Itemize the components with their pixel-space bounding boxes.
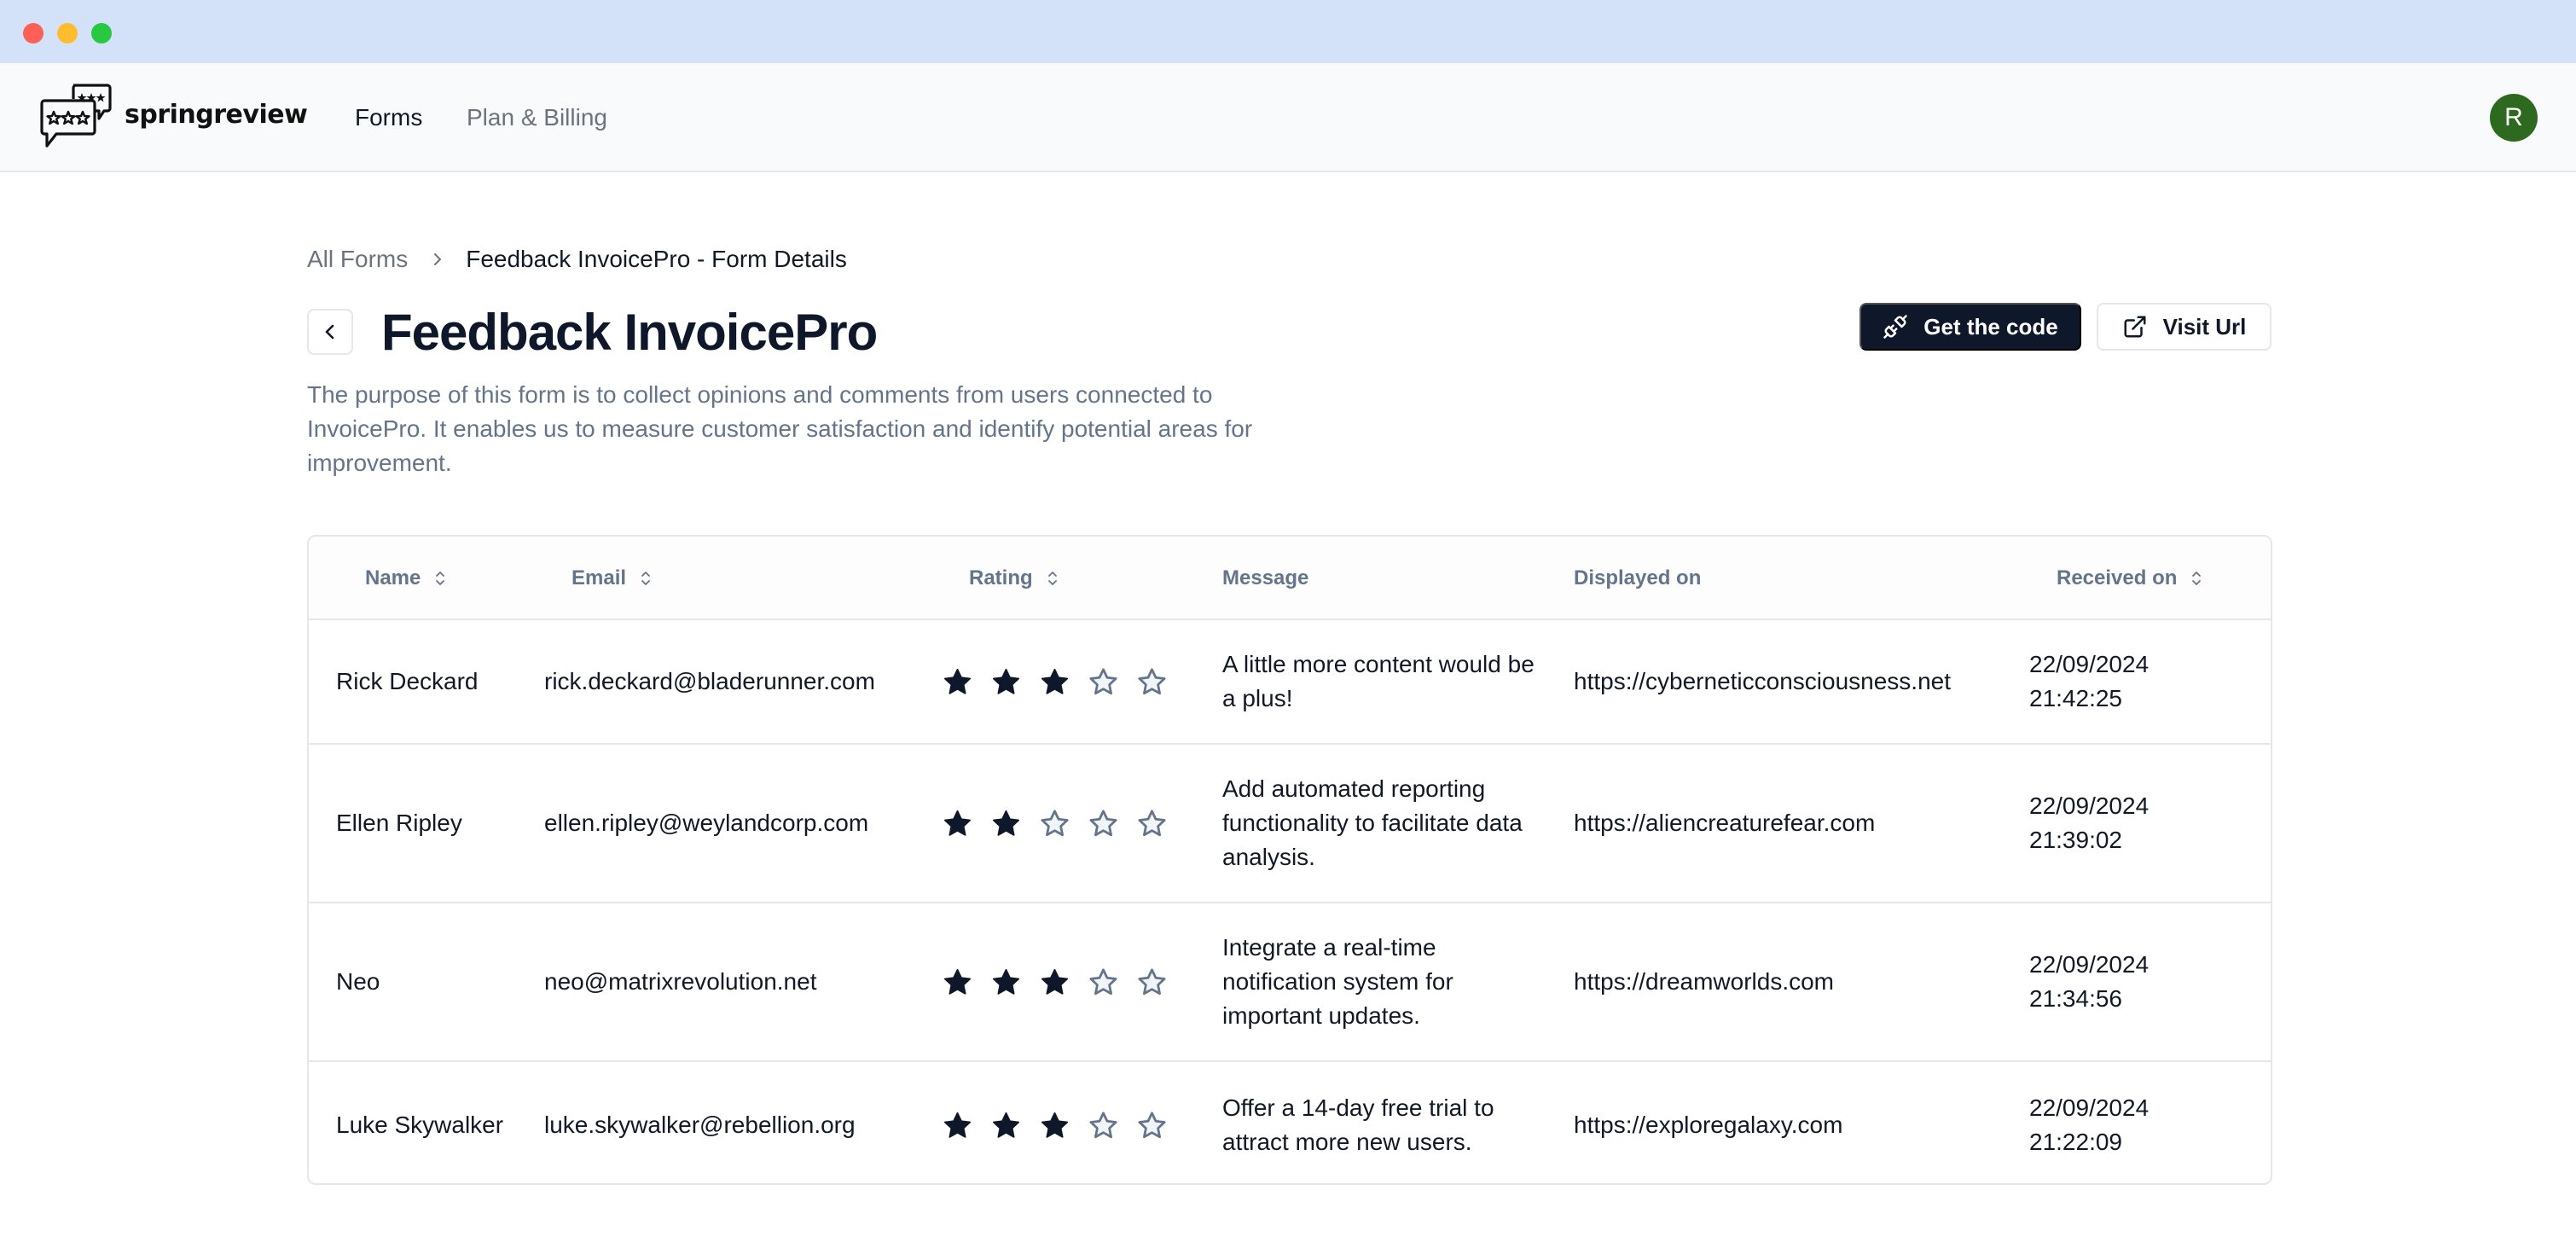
visit-url-label: Visit Url [2162,313,2247,340]
star-rating [942,808,1168,839]
nav-link-forms[interactable]: Forms [355,102,422,133]
cell-rating [942,1062,1166,1183]
star-filled-icon [943,968,972,995]
nav-link-plan-billing[interactable]: Plan & Billing [467,102,607,133]
responses-table: Name Email Rating Message Displayed on R… [307,535,2272,1185]
star-empty-icon [1041,809,1069,836]
column-header-received-on[interactable]: Received on [2057,537,2202,620]
table-row[interactable]: Luke Skywalker luke.skywalker@rebellion.… [309,1062,2271,1183]
cell-rating [942,903,1166,1060]
cell-received-on: 22/09/2024 21:34:56 [2029,903,2217,1060]
received-date: 22/09/2024 [2029,1094,2150,1121]
star-filled-icon [1041,1112,1069,1138]
cell-message: Add automated reporting functionality to… [1222,775,1523,870]
table-header: Name Email Rating Message Displayed on R… [309,537,2271,620]
table-row[interactable]: Neo neo@matrixrevolution.net Integrate a… [309,903,2271,1062]
cell-received-on: 22/09/2024 21:39:02 [2029,745,2217,902]
received-date: 22/09/2024 [2029,951,2150,978]
cell-received-on: 22/09/2024 21:42:25 [2029,620,2217,743]
get-code-label: Get the code [1923,313,2058,340]
star-rating [942,967,1168,998]
get-code-button[interactable]: Get the code [1859,303,2081,351]
external-link-icon [2122,314,2163,340]
breadcrumb-all-forms[interactable]: All Forms [307,244,408,275]
star-filled-icon [943,1112,972,1138]
star-empty-icon [1138,1111,1166,1138]
received-date: 22/09/2024 [2029,651,2150,677]
star-empty-icon [1089,1111,1117,1138]
sort-icon [2190,569,2202,588]
received-time: 21:22:09 [2029,1129,2122,1155]
window-titlebar [0,0,2576,63]
star-filled-icon [992,1112,1020,1138]
received-time: 21:39:02 [2029,827,2122,853]
star-filled-icon [1041,968,1069,995]
star-rating [942,666,1168,698]
cell-message: Offer a 14-day free trial to attract mor… [1222,1094,1494,1155]
top-navbar: springreview Forms Plan & Billing R [0,63,2576,172]
cell-email: luke.skywalker@rebellion.org [544,1112,856,1138]
cell-received-on: 22/09/2024 21:22:09 [2029,1062,2217,1183]
form-description: The purpose of this form is to collect o… [307,381,1253,476]
visit-url-button[interactable]: Visit Url [2097,303,2271,351]
cell-email: rick.deckard@bladerunner.com [544,668,875,694]
chevron-left-icon [322,322,339,342]
table-row[interactable]: Ellen Ripley ellen.ripley@weylandcorp.co… [309,745,2271,903]
cell-message: Integrate a real-time notification syste… [1222,934,1453,1029]
cell-email: neo@matrixrevolution.net [544,968,817,995]
sort-icon [434,569,446,588]
star-filled-icon [992,968,1020,995]
table-row[interactable]: Rick Deckard rick.deckard@bladerunner.co… [309,620,2271,745]
cell-displayed-on: https://cyberneticconsciousness.net [1574,668,1952,694]
star-empty-icon [1089,809,1117,836]
star-filled-icon [943,810,972,836]
cell-message: A little more content would be a plus! [1222,651,1535,711]
page-title: Feedback InvoicePro [381,304,878,361]
plug-icon [1883,314,1923,340]
cell-name: Rick Deckard [336,668,479,694]
user-avatar[interactable]: R [2490,94,2538,142]
breadcrumb-current: Feedback InvoicePro - Form Details [466,246,847,272]
brand-logo[interactable]: springreview [39,82,308,154]
star-empty-icon [1089,667,1117,694]
star-filled-icon [992,810,1020,836]
chevron-right-icon [432,251,444,268]
cell-email: ellen.ripley@weylandcorp.com [544,810,869,836]
review-bubbles-icon [40,84,112,148]
star-filled-icon [1041,668,1069,694]
star-empty-icon [1138,667,1166,694]
star-filled-icon [992,668,1020,694]
star-filled-icon [943,668,972,694]
back-button[interactable] [307,309,353,355]
cell-name: Neo [336,968,380,995]
received-time: 21:42:25 [2029,685,2122,711]
breadcrumb: All Forms Feedback InvoicePro - Form Det… [307,244,847,275]
cell-displayed-on: https://aliencreaturefear.com [1574,810,1876,836]
cell-displayed-on: https://dreamworlds.com [1574,968,1834,995]
column-header-message: Message [1222,566,1309,589]
column-header-email[interactable]: Email [571,537,652,620]
star-empty-icon [1138,967,1166,995]
star-empty-icon [1089,967,1117,995]
received-time: 21:34:56 [2029,985,2122,1012]
brand-name: springreview [125,99,308,130]
sort-icon [1047,569,1059,588]
column-header-rating[interactable]: Rating [969,537,1059,620]
column-header-name[interactable]: Name [365,537,446,620]
cell-name: Luke Skywalker [336,1112,504,1138]
cell-rating [942,745,1166,902]
column-header-displayed-on: Displayed on [1574,566,1702,589]
star-empty-icon [1138,809,1166,836]
star-rating [942,1110,1168,1141]
cell-rating [942,620,1166,743]
received-date: 22/09/2024 [2029,792,2150,819]
window-close-button[interactable] [23,23,44,44]
window-minimize-button[interactable] [57,23,78,44]
sort-icon [640,569,652,588]
cell-displayed-on: https://exploregalaxy.com [1574,1112,1843,1138]
cell-name: Ellen Ripley [336,810,462,836]
window-maximize-button[interactable] [91,23,112,44]
